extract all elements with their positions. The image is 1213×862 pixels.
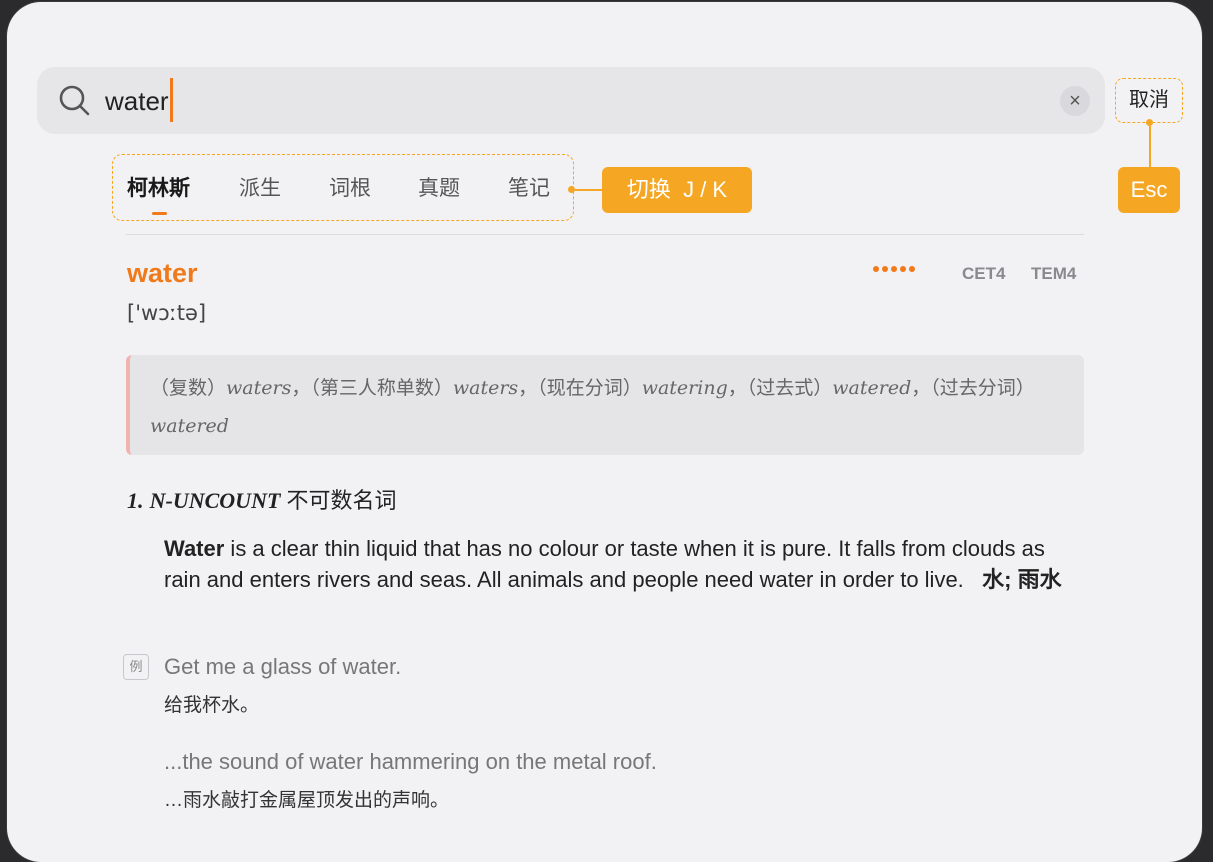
example-tag: 例 [123,654,149,680]
tab-roots[interactable]: 词根 [329,175,371,203]
search-input[interactable]: water [105,78,173,123]
annotation-dot [568,186,575,193]
frequency-dot [873,266,879,272]
headword: water [127,258,198,288]
divider [126,234,1084,235]
esc-shortcut-badge: Esc [1118,167,1180,213]
tab-notes[interactable]: 笔记 [508,175,550,203]
tab-derivatives[interactable]: 派生 [239,175,281,203]
clear-search-button[interactable]: × [1060,86,1090,116]
frequency-dot [900,266,906,272]
example-en: Get me a glass of water. [164,654,402,679]
frequency-stars [873,266,915,272]
phonetic: ['wɔːtə] [127,301,207,325]
search-query: water [105,86,169,116]
search-bar[interactable] [37,67,1105,134]
example-zh: 给我杯水。 [164,695,260,716]
tab-collins[interactable]: 柯林斯 [127,175,190,203]
inflections-text: （复数）waters，（第三人称单数）waters，（现在分词）watering… [150,377,1035,437]
frequency-dot [909,266,915,272]
sense-heading: 1. N-UNCOUNT 不可数名词 [127,488,397,513]
annotation-dot [1146,119,1153,126]
definition: Water is a clear thin liquid that has no… [164,536,1062,592]
annotation-connector [1149,126,1151,168]
cancel-button[interactable]: 取消 [1115,78,1183,123]
annotation-connector [575,189,603,191]
tab-exam-questions[interactable]: 真题 [418,175,460,203]
example-en: ...the sound of water hammering on the m… [164,749,657,774]
search-icon [59,85,90,116]
switch-shortcut-badge: 切换 J / K [602,167,752,213]
level-tag-tem4: TEM4 [1031,264,1077,283]
example-zh: …雨水敲打金属屋顶发出的声响。 [164,790,450,811]
frequency-dot [882,266,888,272]
level-tag-cet4: CET4 [962,264,1006,283]
frequency-dot [891,266,897,272]
active-tab-indicator [152,212,167,215]
text-caret [169,78,173,123]
